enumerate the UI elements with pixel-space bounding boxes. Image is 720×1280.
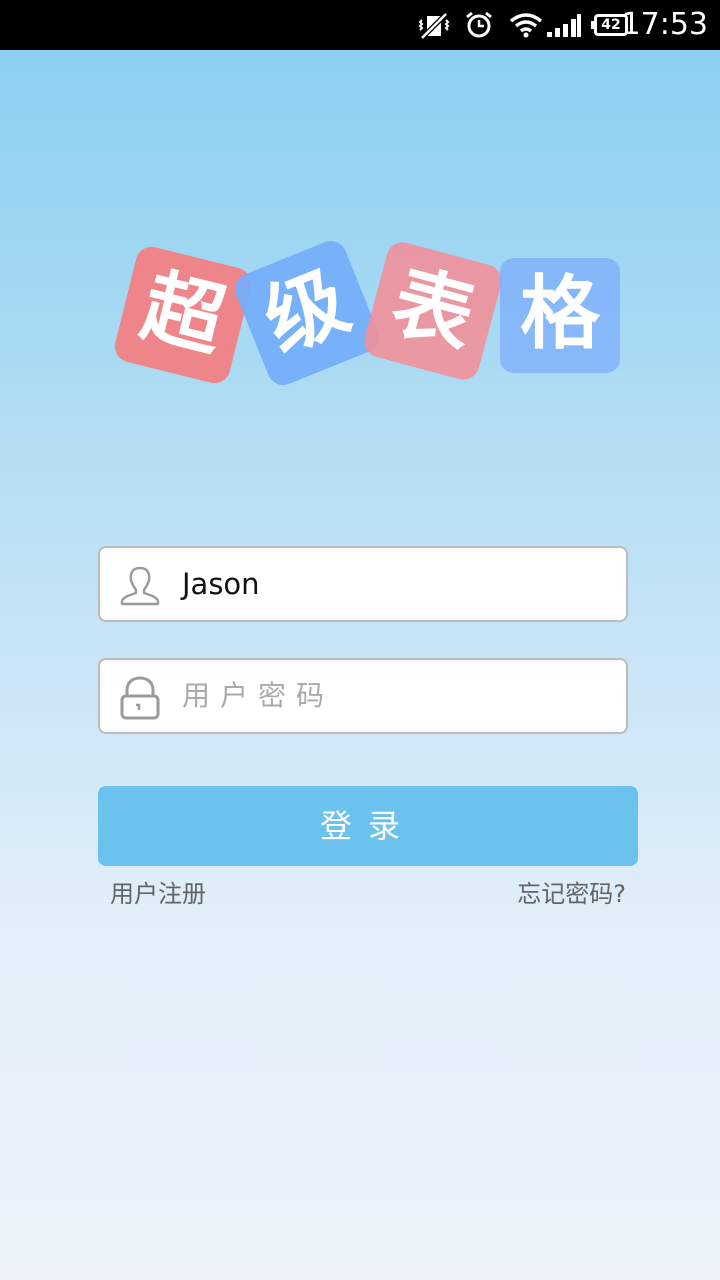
login-button[interactable]: 登录 xyxy=(98,786,638,866)
username-value: Jason xyxy=(182,567,260,601)
logo-tile-1: 超 xyxy=(111,243,255,387)
logo-tile-4: 格 xyxy=(500,258,620,373)
password-placeholder: 用户密码 xyxy=(182,679,335,712)
register-link[interactable]: 用户注册 xyxy=(110,874,206,914)
logo-tile-3: 表 xyxy=(360,238,506,384)
user-icon xyxy=(120,566,160,606)
password-input[interactable]: 用户密码 xyxy=(98,658,628,734)
forgot-password-link[interactable]: 忘记密码? xyxy=(517,874,626,914)
logo-tile-2: 级 xyxy=(230,236,384,390)
app-logo: 超 级 表 格 xyxy=(0,0,720,420)
lock-icon xyxy=(120,676,160,720)
username-input[interactable]: Jason xyxy=(98,546,628,622)
